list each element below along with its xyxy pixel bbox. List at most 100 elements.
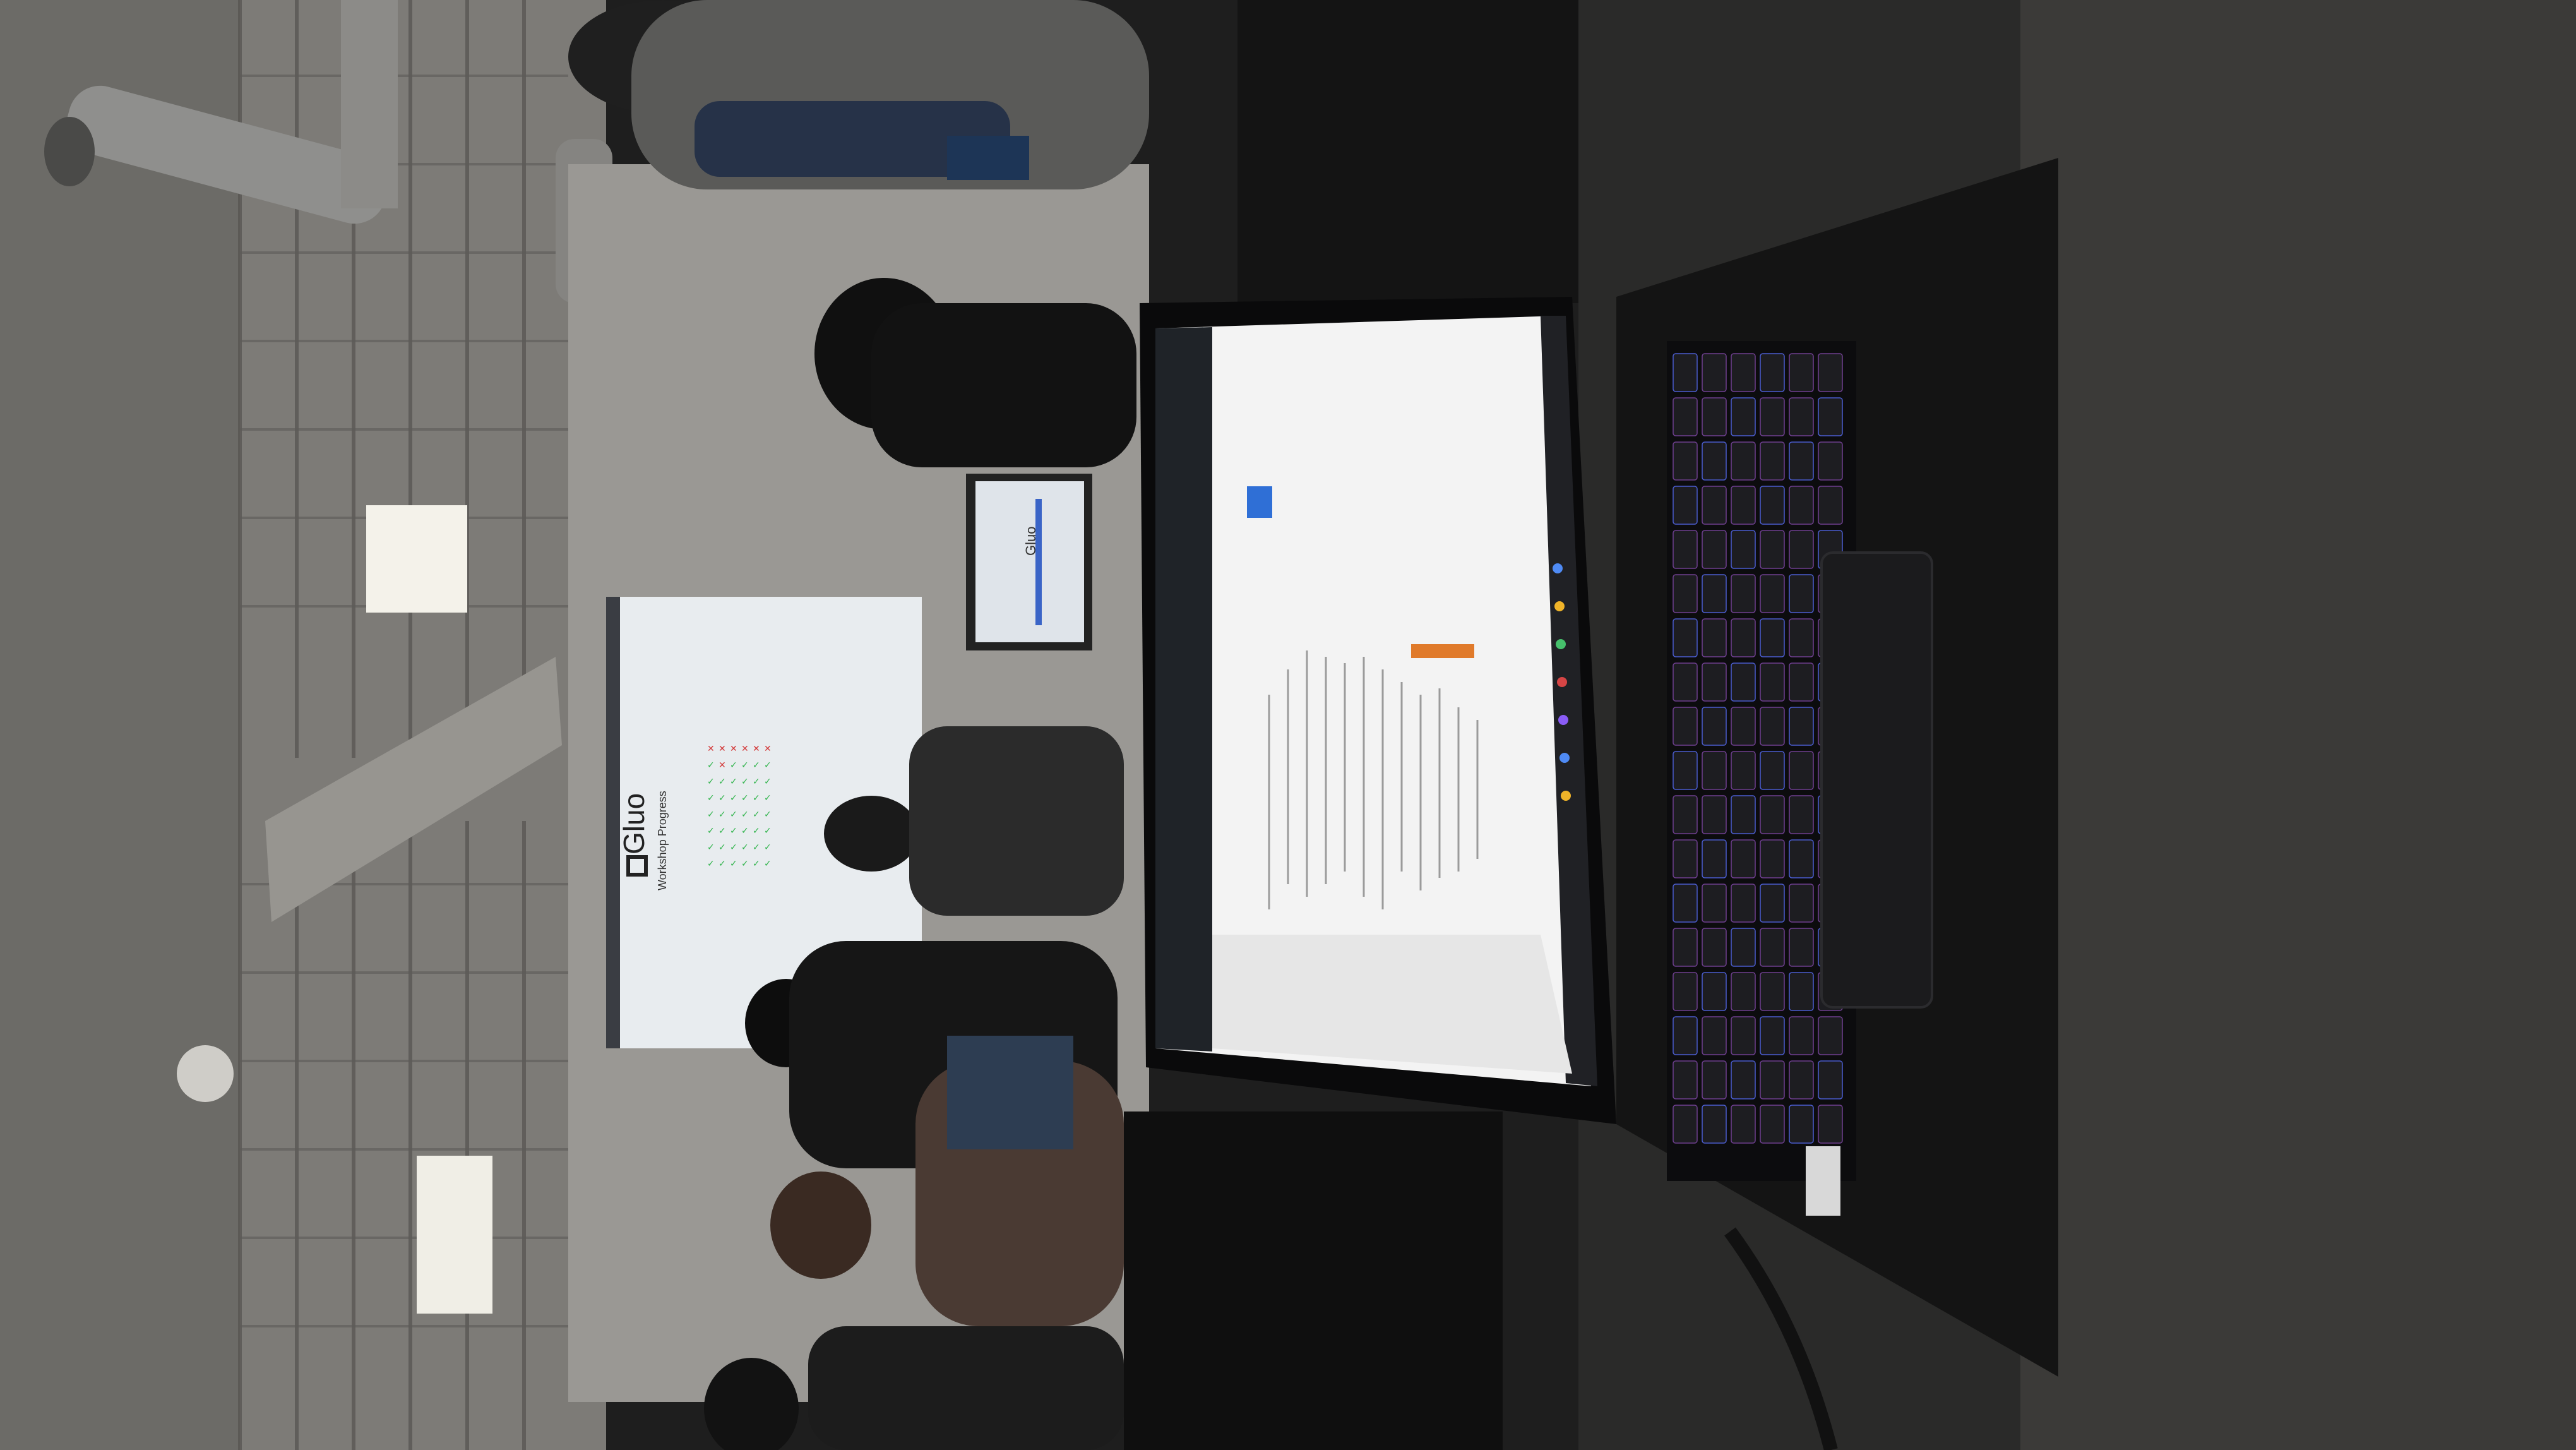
keyboard-key [1702, 1016, 1727, 1055]
highlight-bar [1411, 644, 1474, 658]
check-icon: ✓ [719, 793, 726, 803]
keyboard-key [1731, 397, 1756, 436]
keyboard-key [1731, 1016, 1756, 1055]
check-icon: ✓ [707, 793, 715, 803]
primary-button[interactable] [1247, 486, 1272, 518]
check-icon: ✓ [719, 810, 726, 820]
keyboard-key [1673, 1016, 1698, 1055]
keyboard-key [1673, 574, 1698, 613]
check-icon: ✓ [753, 842, 760, 853]
check-icon: ✓ [741, 810, 749, 820]
keyboard-key [1760, 839, 1785, 878]
keyboard-key [1702, 618, 1727, 657]
smoke-detector [177, 1045, 234, 1102]
keyboard-key [1673, 972, 1698, 1011]
keyboard-key [1673, 486, 1698, 525]
keyboard-key [1760, 486, 1785, 525]
keyboard-key [1731, 795, 1756, 834]
desk [1237, 0, 1591, 303]
keyboard-key [1760, 707, 1785, 746]
keyboard-key [1673, 618, 1698, 657]
cross-icon: ✕ [730, 744, 737, 754]
keyboard-key [1673, 1105, 1698, 1144]
keyboard-key [1731, 441, 1756, 481]
keyboard-key [1789, 1105, 1814, 1144]
keyboard-key [1789, 972, 1814, 1011]
room-monitor-brand: Gluo [1023, 527, 1039, 556]
keyboard-key [1673, 662, 1698, 702]
keyboard-key [1818, 486, 1843, 525]
cross-icon: ✕ [719, 744, 726, 754]
check-icon: ✓ [730, 760, 737, 770]
check-icon: ✓ [764, 810, 772, 820]
laptop-touchpad[interactable] [1820, 551, 1933, 1009]
keyboard-key [1731, 972, 1756, 1011]
keyboard-key [1702, 1060, 1727, 1099]
keyboard-key [1760, 662, 1785, 702]
keyboard-key [1789, 353, 1814, 392]
ceiling-light [366, 505, 467, 613]
keyboard-key [1731, 530, 1756, 569]
check-icon: ✓ [707, 760, 715, 770]
photo-scene: Gluo Workshop Progress ✕ ✕ ✕ ✕ ✕ ✕ ✓ ✕ ✓ ✓ ✓ ✓ ✓ ✓ ✓ ✓ ✓… [0, 0, 2576, 1450]
keyboard-key [1789, 618, 1814, 657]
keyboard-key [1760, 972, 1785, 1011]
ceiling-light [417, 1156, 492, 1314]
keyboard-key [1731, 662, 1756, 702]
keyboard-key [1760, 928, 1785, 967]
keyboard-key [1673, 839, 1698, 878]
check-icon: ✓ [730, 842, 737, 853]
keyboard-key [1760, 397, 1785, 436]
keyboard-key [1731, 884, 1756, 923]
room-monitor: Gluo [966, 474, 1092, 650]
cross-icon: ✕ [741, 744, 749, 754]
keyboard-key [1789, 662, 1814, 702]
keyboard-key [1702, 751, 1727, 790]
attendee-laptop [947, 1036, 1073, 1149]
keyboard-key [1818, 397, 1843, 436]
keyboard-key [1760, 618, 1785, 657]
check-icon: ✓ [753, 793, 760, 803]
keyboard-key [1789, 751, 1814, 790]
check-icon: ✓ [730, 826, 737, 836]
check-icon: ✓ [741, 777, 749, 787]
check-icon: ✓ [741, 760, 749, 770]
keyboard-key [1818, 441, 1843, 481]
keyboard-key [1731, 839, 1756, 878]
projection-subtitle: Workshop Progress [656, 791, 669, 890]
keyboard-key [1673, 530, 1698, 569]
check-icon: ✓ [730, 810, 737, 820]
keyboard-key [1789, 707, 1814, 746]
keyboard-key [1673, 928, 1698, 967]
keyboard-key [1760, 441, 1785, 481]
keyboard-key [1760, 751, 1785, 790]
keyboard-key [1702, 884, 1727, 923]
check-icon: ✓ [741, 859, 749, 869]
keyboard-key [1731, 1060, 1756, 1099]
check-icon: ✓ [741, 826, 749, 836]
foreground-surface [2020, 0, 2576, 1450]
keyboard-key [1702, 795, 1727, 834]
keyboard-key [1731, 618, 1756, 657]
keyboard-key [1702, 441, 1727, 481]
keyboard-key [1731, 751, 1756, 790]
keyboard-key [1760, 884, 1785, 923]
keyboard-key [1789, 884, 1814, 923]
keyboard-key [1702, 662, 1727, 702]
check-icon: ✓ [707, 777, 715, 787]
check-icon: ✓ [719, 777, 726, 787]
check-icon: ✓ [730, 859, 737, 869]
check-icon: ✓ [753, 826, 760, 836]
keyboard-key [1789, 574, 1814, 613]
keyboard-key [1673, 353, 1698, 392]
check-icon: ✓ [719, 826, 726, 836]
keyboard-key [1760, 795, 1785, 834]
check-icon: ✓ [753, 859, 760, 869]
keyboard-key [1760, 1105, 1785, 1144]
keyboard-key [1731, 1105, 1756, 1144]
keyboard-key [1760, 1016, 1785, 1055]
keyboard-key [1789, 1016, 1814, 1055]
keyboard-key [1673, 707, 1698, 746]
keyboard-key [1789, 795, 1814, 834]
keyboard-key [1673, 397, 1698, 436]
